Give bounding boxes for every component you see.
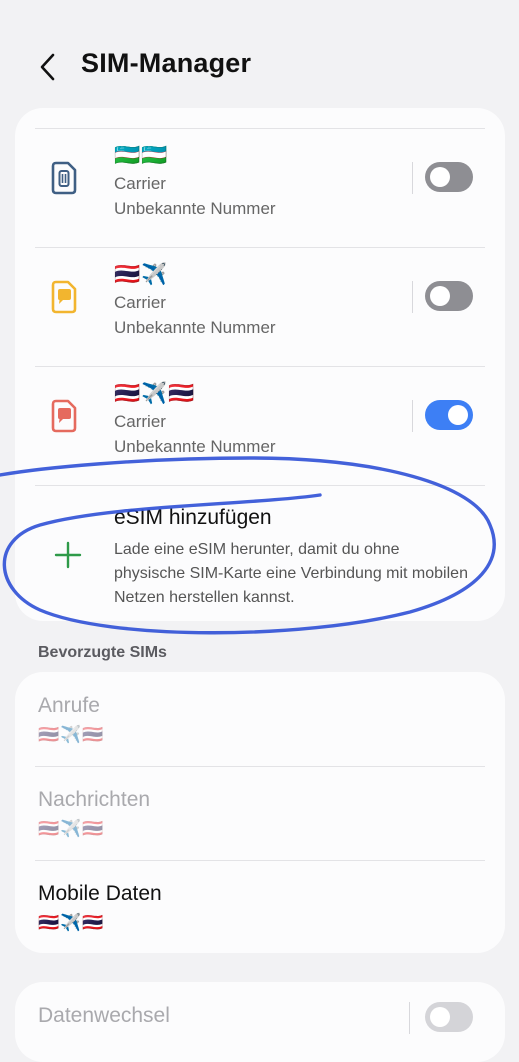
sim-number: Unbekannte Nummer (114, 318, 276, 337)
preferred-messages[interactable]: Nachrichten 🇹🇭✈️🇹🇭 (15, 766, 505, 860)
data-switch-card: Datenwechsel (15, 982, 505, 1062)
sim-carrier: Carrier (114, 293, 166, 312)
sim-item-1[interactable]: 🇺🇿🇺🇿 Carrier Unbekannte Nummer (15, 128, 505, 247)
vertical-separator (412, 281, 413, 313)
vertical-separator (409, 1002, 410, 1034)
sim-number: Unbekannte Nummer (114, 437, 276, 456)
toggle-knob (430, 1007, 450, 1027)
sim-chat-icon (51, 399, 77, 433)
toggle-knob (430, 167, 450, 187)
sim-toggle-3[interactable] (425, 400, 473, 430)
data-switch-toggle[interactable] (425, 1002, 473, 1032)
page-title: SIM-Manager (81, 48, 252, 78)
vertical-separator (412, 162, 413, 194)
preferred-mobile-data-flags: 🇹🇭✈️🇹🇭 (38, 913, 105, 932)
preferred-sims-card: Anrufe 🇹🇭✈️🇹🇭 Nachrichten 🇹🇭✈️🇹🇭 Mobile … (15, 672, 505, 953)
vertical-separator (412, 400, 413, 432)
data-switch-label: Datenwechsel (38, 1004, 170, 1027)
preferred-calls-flags: 🇹🇭✈️🇹🇭 (38, 725, 105, 744)
preferred-calls-label: Anrufe (38, 694, 100, 717)
preferred-messages-label: Nachrichten (38, 788, 151, 811)
plus-icon (54, 541, 82, 569)
sim-carrier: Carrier (114, 412, 166, 431)
sim-toggle-1[interactable] (425, 162, 473, 192)
toggle-knob (448, 405, 468, 425)
sim-flags: 🇹🇭✈️🇹🇭 (114, 382, 196, 405)
preferred-calls[interactable]: Anrufe 🇹🇭✈️🇹🇭 (15, 672, 505, 766)
sim-flags: 🇹🇭✈️ (114, 263, 169, 286)
add-esim-title: eSIM hinzufügen (114, 506, 272, 529)
add-esim-description: Lade eine eSIM herunter, damit du ohne p… (114, 541, 468, 606)
sim-toggle-2[interactable] (425, 281, 473, 311)
section-label-preferred-sims: Bevorzugte SIMs (38, 644, 167, 661)
back-arrow-icon[interactable] (34, 50, 64, 84)
sim-card-icon (51, 161, 77, 195)
preferred-messages-flags: 🇹🇭✈️🇹🇭 (38, 819, 105, 838)
sim-number: Unbekannte Nummer (114, 199, 276, 218)
sim-list-card: 🇺🇿🇺🇿 Carrier Unbekannte Nummer 🇹🇭✈️ Carr… (15, 108, 505, 621)
header: SIM-Manager (0, 0, 519, 120)
sim-chat-icon (51, 280, 77, 314)
toggle-knob (430, 286, 450, 306)
sim-item-2[interactable]: 🇹🇭✈️ Carrier Unbekannte Nummer (15, 247, 505, 366)
preferred-mobile-data-label: Mobile Daten (38, 882, 162, 905)
preferred-mobile-data[interactable]: Mobile Daten 🇹🇭✈️🇹🇭 (15, 860, 505, 953)
sim-item-3[interactable]: 🇹🇭✈️🇹🇭 Carrier Unbekannte Nummer (15, 366, 505, 485)
sim-carrier: Carrier (114, 174, 166, 193)
add-esim-button[interactable]: eSIM hinzufügen Lade eine eSIM herunter,… (15, 485, 505, 621)
sim-flags: 🇺🇿🇺🇿 (114, 144, 169, 167)
